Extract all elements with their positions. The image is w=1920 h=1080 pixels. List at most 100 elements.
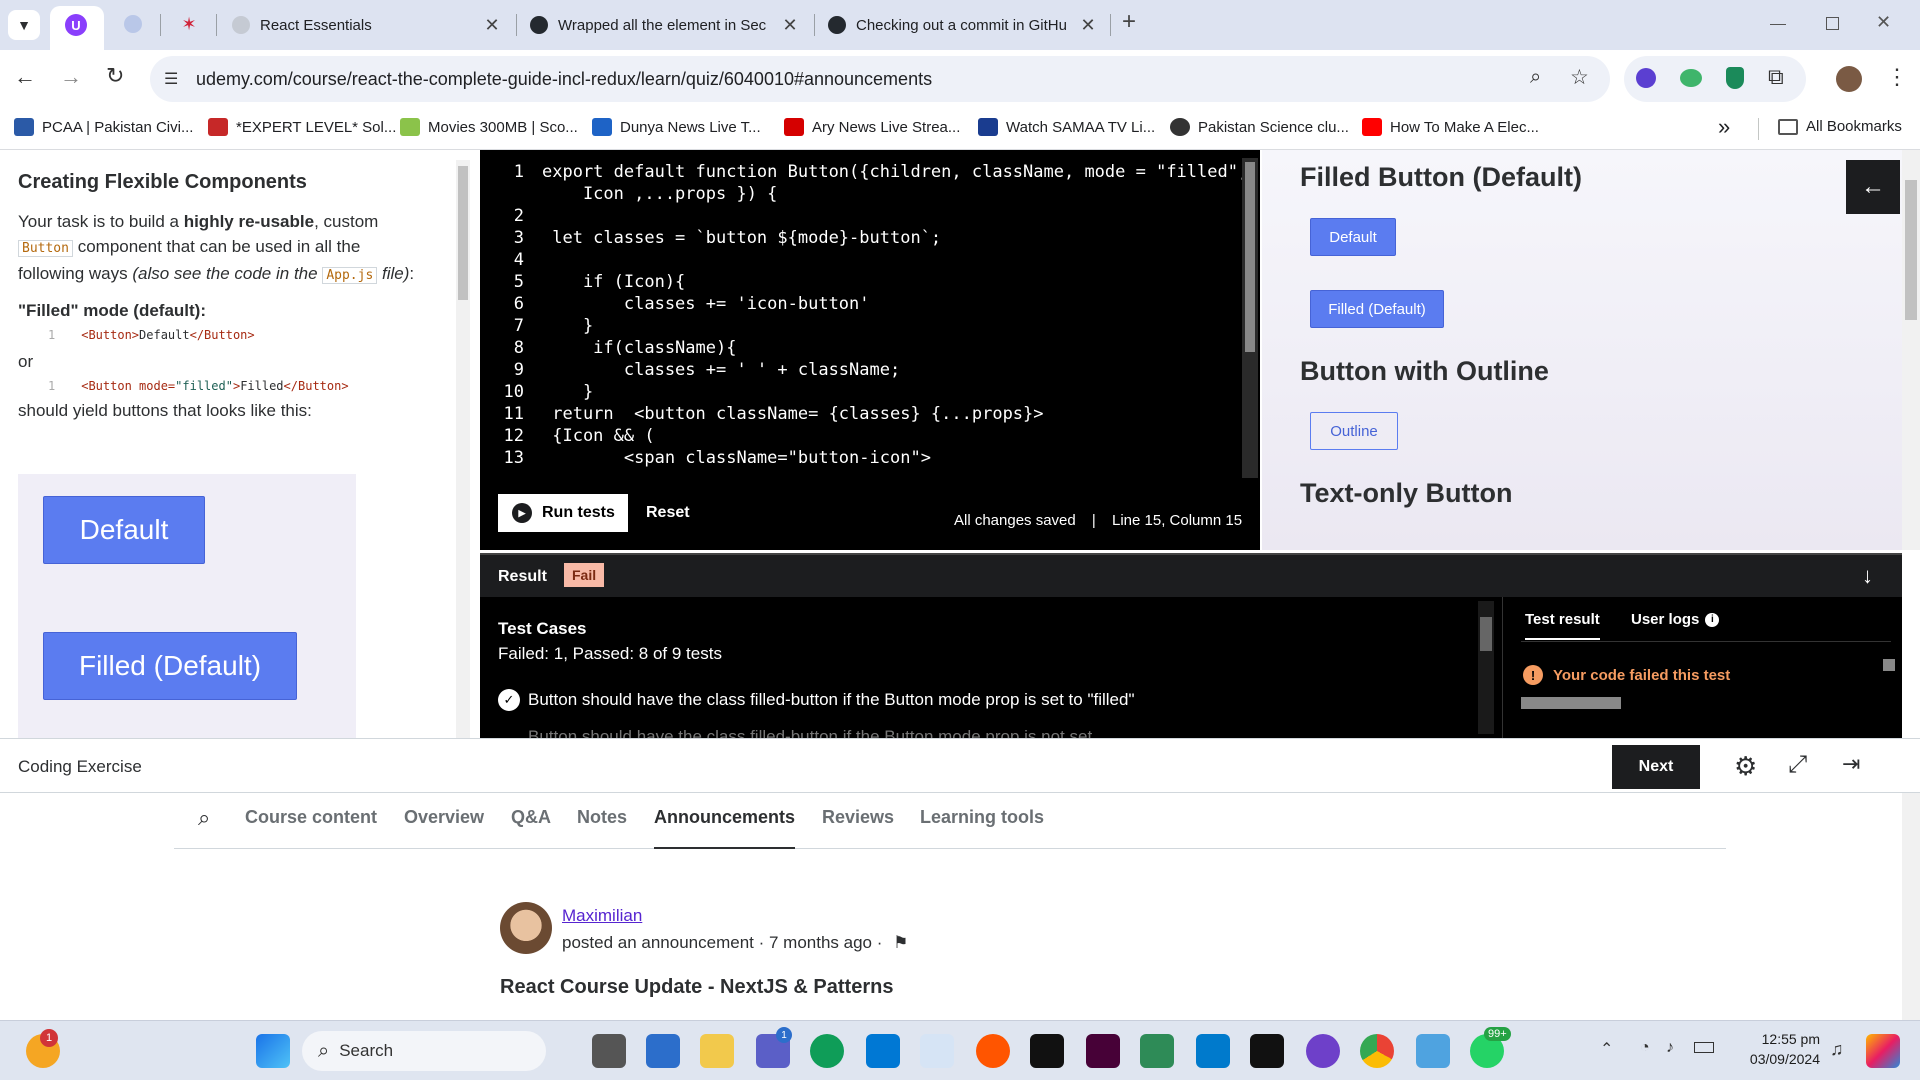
profile-avatar[interactable]	[1836, 66, 1862, 92]
line-code[interactable]: <span className="button-icon">	[542, 448, 931, 468]
search-icon[interactable]: ⌕	[198, 805, 210, 831]
reset-button[interactable]: Reset	[646, 504, 690, 522]
bookmark-star-icon[interactable]: ☆	[1570, 65, 1589, 90]
close-window-icon[interactable]: ✕	[1876, 12, 1891, 33]
chrome-icon[interactable]	[1360, 1034, 1394, 1068]
file-explorer-icon[interactable]	[700, 1034, 734, 1068]
bookmark-item[interactable]: PCAA | Pakistan Civi...	[14, 118, 193, 136]
line-code[interactable]: export default function Button({children…	[542, 162, 1248, 182]
fullscreen-icon[interactable]: ⤢	[1788, 751, 1807, 779]
address-bar[interactable]: ☰ udemy.com/course/react-the-complete-gu…	[150, 56, 1610, 102]
editor-scrollbar[interactable]	[1242, 158, 1258, 478]
copilot-icon[interactable]	[1866, 1034, 1900, 1068]
line-code[interactable]: Icon ,...props }) {	[542, 184, 777, 204]
reload-icon[interactable]: ↻	[106, 63, 124, 89]
tab-qa[interactable]: Q&A	[511, 807, 551, 828]
tray-chevron-icon[interactable]: ⌃	[1600, 1039, 1613, 1059]
new-tab-button[interactable]: +	[1122, 8, 1136, 36]
soundcloud-icon[interactable]	[976, 1034, 1010, 1068]
tab-overview[interactable]: Overview	[404, 807, 484, 828]
run-tests-button[interactable]: ▶ Run tests	[498, 494, 628, 532]
notifications-bell-icon[interactable]: ♫	[1830, 1039, 1844, 1060]
bookmark-item[interactable]: *EXPERT LEVEL* Sol...	[208, 118, 396, 136]
preview-outline-button[interactable]: Outline	[1310, 412, 1398, 450]
tab-learning-tools[interactable]: Learning tools	[920, 807, 1044, 828]
preview-scrollbar[interactable]	[1902, 150, 1920, 550]
tab-search-dropdown-icon[interactable]: ▼	[8, 10, 40, 40]
detail-hscrollbar[interactable]	[1521, 697, 1621, 709]
bookmark-item[interactable]: Dunya News Live T...	[592, 118, 761, 136]
close-tab-icon[interactable]: ✕	[1078, 15, 1098, 36]
tab-course-content[interactable]: Course content	[245, 807, 377, 828]
author-avatar[interactable]	[500, 902, 552, 954]
edge-icon[interactable]	[810, 1034, 844, 1068]
extensions-puzzle-icon[interactable]: ⧉	[1768, 64, 1784, 90]
all-bookmarks-button[interactable]: All Bookmarks	[1778, 118, 1902, 135]
volume-icon[interactable]: ♪	[1666, 1039, 1674, 1057]
tab-announcements[interactable]: Announcements	[654, 807, 796, 849]
extension-green-icon[interactable]	[1680, 69, 1702, 87]
bookmark-item[interactable]: Movies 300MB | Sco...	[400, 118, 578, 136]
app-square-icon[interactable]	[1250, 1034, 1284, 1068]
collapse-result-icon[interactable]: ↓	[1862, 563, 1873, 589]
bookmark-item[interactable]: How To Make A Elec...	[1362, 118, 1539, 136]
collapse-preview-button[interactable]: ←	[1846, 160, 1900, 214]
detail-vscrollbar[interactable]	[1883, 659, 1895, 671]
extension-shield-icon[interactable]	[1726, 67, 1744, 89]
line-code[interactable]: classes += 'icon-button'	[542, 294, 870, 314]
pinned-tab-red-icon[interactable]: ✶	[178, 13, 200, 35]
extension-purple-icon[interactable]	[1636, 68, 1656, 88]
menu-kebab-icon[interactable]: ⋮	[1886, 64, 1908, 90]
store-icon[interactable]	[646, 1034, 680, 1068]
taskbar-search[interactable]: ⌕ Search	[302, 1031, 546, 1071]
editor-scrollbar-thumb[interactable]	[1245, 162, 1255, 352]
line-code[interactable]: if (Icon){	[542, 272, 685, 292]
page-scrollbar[interactable]	[1902, 793, 1920, 1020]
battery-icon[interactable]	[1694, 1042, 1714, 1053]
restore-window-icon[interactable]	[1826, 17, 1839, 30]
flag-icon[interactable]: ⚑	[893, 933, 908, 952]
task-view-icon[interactable]	[592, 1034, 626, 1068]
zoom-icon[interactable]: ⌕	[1530, 66, 1541, 89]
vscode-icon[interactable]	[1196, 1034, 1230, 1068]
tab-reviews[interactable]: Reviews	[822, 807, 894, 828]
collapse-sidebar-icon[interactable]: ⇥	[1842, 751, 1860, 777]
bookmark-item[interactable]: Pakistan Science clu...	[1170, 118, 1349, 136]
next-button[interactable]: Next	[1612, 745, 1700, 789]
close-tab-icon[interactable]: ✕	[780, 15, 800, 36]
tab-test-result[interactable]: Test result	[1525, 611, 1600, 640]
site-info-icon[interactable]: ☰	[164, 69, 178, 89]
minimize-window-icon[interactable]	[1770, 24, 1786, 25]
settings-gear-icon[interactable]: ⚙	[1734, 751, 1757, 782]
preview-scrollbar-thumb[interactable]	[1905, 180, 1917, 320]
line-code[interactable]: return <button className= {classes} {...…	[542, 404, 1043, 424]
wifi-icon[interactable]: ◔	[1640, 1039, 1650, 1057]
line-code[interactable]: {Icon && (	[542, 426, 654, 446]
code-editor[interactable]: 1 export default function Button({childre…	[480, 150, 1260, 550]
tab-notes[interactable]: Notes	[577, 807, 627, 828]
line-code[interactable]: if(className){	[542, 338, 736, 358]
line-code[interactable]: let classes = `button ${mode}-button`;	[542, 228, 941, 248]
tests-scrollbar[interactable]	[1478, 601, 1494, 734]
tab-user-logs[interactable]: User logs i	[1631, 611, 1720, 628]
bookmarks-overflow-button[interactable]: »	[1718, 114, 1730, 140]
mail-icon[interactable]	[866, 1034, 900, 1068]
snipping-tool-icon[interactable]	[920, 1034, 954, 1068]
tab-react-essentials[interactable]: React Essentials ✕	[232, 8, 502, 42]
app-green-icon[interactable]	[1140, 1034, 1174, 1068]
author-link[interactable]: Maximilian	[562, 906, 642, 926]
line-code[interactable]: classes += ' ' + className;	[542, 360, 900, 380]
line-code[interactable]: }	[542, 382, 593, 402]
windows-start-icon[interactable]	[256, 1034, 290, 1068]
tests-scrollbar-thumb[interactable]	[1480, 617, 1492, 651]
forward-icon[interactable]: →	[60, 64, 82, 90]
clock[interactable]: 12:55 pm 03/09/2024	[1730, 1029, 1820, 1069]
tab-wrapped-element[interactable]: Wrapped all the element in Sec ✕	[530, 8, 800, 42]
instructions-scrollbar[interactable]	[456, 160, 470, 738]
bookmark-item[interactable]: Ary News Live Strea...	[784, 118, 960, 136]
preview-default-button[interactable]: Default	[1310, 218, 1396, 256]
adobe-xd-icon[interactable]	[1086, 1034, 1120, 1068]
notepad-icon[interactable]	[1416, 1034, 1450, 1068]
preview-filled-button[interactable]: Filled (Default)	[1310, 290, 1444, 328]
pinned-tab-icon[interactable]	[124, 15, 142, 33]
